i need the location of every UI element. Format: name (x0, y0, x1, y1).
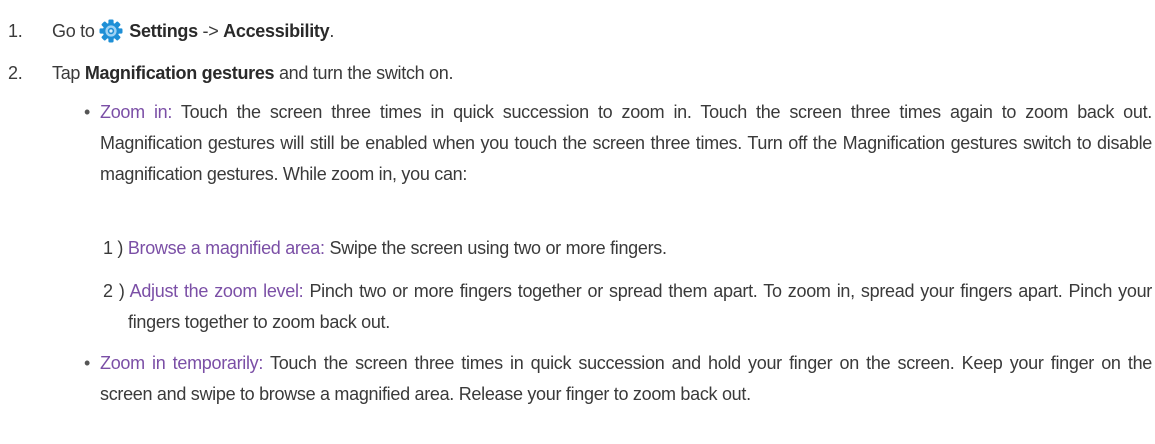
step-number: 1. (8, 21, 23, 41)
step-suffix: . (329, 21, 335, 41)
subitem-term: Adjust the zoom level: (129, 281, 304, 301)
bullet-zoom-in: Zoom in: Touch the screen three times in… (100, 97, 1152, 190)
bullet-text: Touch the screen three times in quick su… (100, 102, 1153, 184)
subitem-number: 1 ) (103, 238, 124, 258)
step-prefix: Tap (52, 63, 81, 83)
subitem-term: Browse a magnified area: (127, 238, 325, 258)
arrow-text: -> (202, 21, 219, 41)
bullet-term: Zoom in: (100, 102, 173, 122)
magnification-gestures-label: Magnification gestures (84, 63, 275, 83)
step-number: 2. (8, 63, 23, 83)
bullet-marker: • (84, 102, 91, 122)
step-text: Go to Settings -> Accessibility. (52, 18, 334, 44)
step-2: 2. Tap Magnification gestures and turn t… (0, 60, 1155, 86)
subitem-number: 2 ) (103, 281, 125, 301)
bullet-zoom-in-temporarily: Zoom in temporarily: Touch the screen th… (100, 348, 1152, 410)
step-1: 1. Go to Settings -> Accessibility. (0, 18, 1155, 44)
step-text: Tap Magnification gestures and turn the … (52, 60, 453, 86)
instructions-document: 1. Go to Settings -> Accessibility. 2. T… (0, 0, 1155, 444)
subitem-text: Swipe the screen using two or more finge… (329, 238, 667, 258)
subitem-browse: 1 ) Browse a magnified area: Swipe the s… (103, 233, 1152, 264)
subitem-adjust-zoom: 2 ) Adjust the zoom level: Pinch two or … (103, 276, 1152, 338)
settings-gear-icon (99, 19, 123, 43)
accessibility-label: Accessibility (223, 21, 330, 41)
step-suffix: and turn the switch on. (278, 63, 454, 83)
step-prefix: Go to (52, 21, 95, 41)
bullet-term: Zoom in temporarily: (100, 353, 264, 373)
bullet-marker: • (84, 353, 91, 373)
settings-label: Settings (129, 21, 198, 41)
